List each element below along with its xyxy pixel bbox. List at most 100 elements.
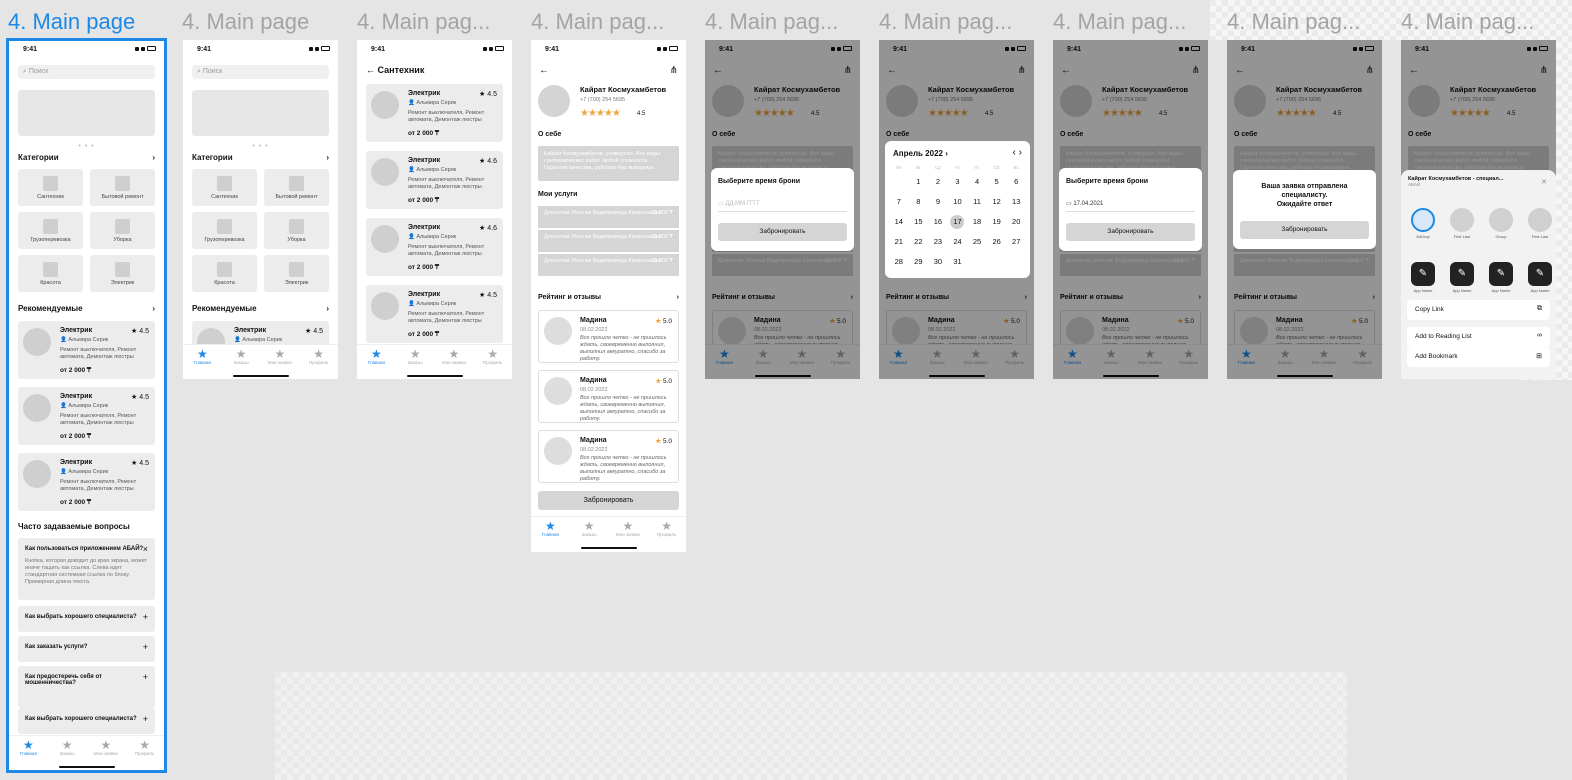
recommended-header[interactable]: Рекомендуемые ›	[18, 304, 155, 313]
back-arrow-icon[interactable]: ←	[366, 65, 378, 75]
day[interactable]: 25	[967, 235, 987, 249]
share-app[interactable]: ✎ App Name	[1524, 262, 1556, 293]
category-tile[interactable]: Бытовой ремонт	[264, 169, 329, 206]
day[interactable]: 13	[1006, 195, 1026, 209]
reviews-header[interactable]: Рейтинг и отзывы ›	[538, 294, 679, 301]
day[interactable]: 24	[948, 235, 968, 249]
frame-label[interactable]: 4. Main pag...	[705, 9, 838, 35]
frame-label[interactable]: 4. Main page	[182, 9, 309, 35]
service-row[interactable]: Демонтаж Монтаж Водопровода Канализации2…	[538, 206, 679, 228]
category-tile[interactable]: Электрик	[90, 255, 155, 292]
frame-label[interactable]: 4. Main page	[8, 9, 135, 35]
share-action[interactable]: Add to Reading List ∞	[1407, 327, 1550, 347]
share-contact[interactable]: First Last	[1446, 208, 1478, 239]
category-tile[interactable]: Уборка	[264, 212, 329, 249]
share-icon[interactable]: ⋔	[670, 65, 678, 76]
day[interactable]: 19	[987, 215, 1007, 229]
day[interactable]: 29	[909, 255, 929, 269]
frame-label[interactable]: 4. Main pag...	[531, 9, 664, 35]
recommended-header[interactable]: Рекомендуемые ›	[192, 304, 329, 313]
day[interactable]: 17	[950, 215, 965, 229]
day[interactable]: 31	[948, 255, 968, 269]
book-button[interactable]: Забронировать	[1240, 221, 1369, 239]
service-row[interactable]: Демонтаж Монтаж Водопровода Канализации2…	[538, 254, 679, 276]
day[interactable]: 8	[909, 195, 929, 209]
category-tile[interactable]: Уборка	[90, 212, 155, 249]
calendar-month[interactable]: Апрель 2022 ›	[893, 149, 948, 158]
share-app[interactable]: ✎ App Name	[1485, 262, 1517, 293]
faq-item[interactable]: Как предостеречь себя от мошенничества? +	[18, 666, 155, 708]
back-arrow-icon[interactable]: ←	[539, 65, 549, 76]
close-icon[interactable]: ×	[143, 544, 148, 554]
specialist-card[interactable]: Электрик ★ 4.5 👤 Альмира Серик Ремонт выклю…	[18, 387, 155, 445]
categories-header[interactable]: Категории ›	[18, 153, 155, 162]
category-tile[interactable]: Электрик	[264, 255, 329, 292]
frame-label[interactable]: 4. Main pag...	[1053, 9, 1186, 35]
tab-0[interactable]: ★Главная	[535, 520, 565, 552]
book-button[interactable]: Забронировать	[538, 491, 679, 510]
day[interactable]: 15	[909, 215, 929, 229]
share-action[interactable]: Copy Link ⧉	[1407, 300, 1550, 320]
close-icon[interactable]: ✕	[1541, 178, 1547, 186]
day[interactable]: 14	[889, 215, 909, 229]
specialist-card[interactable]: Электрик ★ 4.6 👤 Альмира Серик Ремонт выклю…	[366, 151, 503, 209]
categories-header[interactable]: Категории ›	[192, 153, 329, 162]
search-input[interactable]: ⌕ Поиск	[18, 65, 155, 79]
specialist-card[interactable]: Электрик ★ 4.5 👤 Альмира Серик Ремонт выклю…	[366, 285, 503, 343]
day[interactable]: 23	[928, 235, 948, 249]
frame-label[interactable]: 4. Main pag...	[1227, 9, 1360, 35]
specialist-card[interactable]: Электрик ★ 4.6 👤 Альмира Серик Ремонт выклю…	[366, 218, 503, 276]
specialist-card[interactable]: Электрик ★ 4.5 👤 Альмира Серик Ремонт выклю…	[18, 453, 155, 511]
day[interactable]: 27	[1006, 235, 1026, 249]
faq-item[interactable]: Как выбрать хорошего специалиста? +	[18, 606, 155, 632]
category-tile[interactable]: Сантехник	[192, 169, 257, 206]
day[interactable]: 18	[967, 215, 987, 229]
tab-3[interactable]: ★Профиль	[652, 520, 682, 552]
share-contact[interactable]: AirDrop	[1407, 208, 1439, 239]
banner[interactable]	[18, 90, 155, 136]
service-row[interactable]: Демонтаж Монтаж Водопровода Канализации2…	[538, 230, 679, 252]
category-tile[interactable]: Грузоперевозка	[192, 212, 257, 249]
category-tile[interactable]: Красота	[192, 255, 257, 292]
day[interactable]: 16	[928, 215, 948, 229]
chevron-right-icon[interactable]: ›	[1019, 147, 1022, 158]
day[interactable]: 1	[909, 175, 929, 189]
book-button[interactable]: Забронировать	[1066, 223, 1195, 241]
share-action[interactable]: Add Bookmark ⊞	[1407, 347, 1550, 367]
day[interactable]: 21	[889, 235, 909, 249]
day[interactable]: 20	[1006, 215, 1026, 229]
day[interactable]: 3	[948, 175, 968, 189]
specialist-card[interactable]: Электрик ★ 4.5 👤 Альмира Серик Ремонт выклю…	[18, 321, 155, 379]
tab-0[interactable]: ★Главная	[13, 739, 43, 772]
book-button[interactable]: Забронировать	[718, 223, 847, 241]
day[interactable]: 7	[889, 195, 909, 209]
day[interactable]: 22	[909, 235, 929, 249]
faq-item[interactable]: Как заказать услуги? +	[18, 636, 155, 662]
day[interactable]: 4	[967, 175, 987, 189]
day[interactable]: 28	[889, 255, 909, 269]
tab-3[interactable]: ★Профиль	[130, 739, 160, 772]
day[interactable]: 10	[948, 195, 968, 209]
day[interactable]: 6	[1006, 175, 1026, 189]
day[interactable]: 5	[987, 175, 1007, 189]
tab-0[interactable]: ★Главная	[361, 348, 391, 379]
tab-3[interactable]: ★Профиль	[478, 348, 508, 379]
frame-label[interactable]: 4. Main pag...	[879, 9, 1012, 35]
frame-label[interactable]: 4. Main pag...	[1401, 9, 1534, 35]
faq-item[interactable]: Как пользоваться приложением АБАЙ? × Кнопк…	[18, 538, 155, 600]
share-app[interactable]: ✎ App Name	[1446, 262, 1478, 293]
faq-item[interactable]: Как выбрать хорошего специалиста? +	[18, 708, 155, 734]
day[interactable]: 26	[987, 235, 1007, 249]
day[interactable]: 9	[928, 195, 948, 209]
day[interactable]: 11	[967, 195, 987, 209]
share-contact[interactable]: First Last	[1524, 208, 1556, 239]
day[interactable]: 30	[928, 255, 948, 269]
category-tile[interactable]: Красота	[18, 255, 83, 292]
tab-0[interactable]: ★Главная	[187, 348, 217, 379]
date-input[interactable]: ▭ ДД.ММ.ГГГГ	[718, 196, 847, 212]
category-tile[interactable]: Бытовой ремонт	[90, 169, 155, 206]
category-tile[interactable]: Грузоперевозка	[18, 212, 83, 249]
frame-label[interactable]: 4. Main pag...	[357, 9, 490, 35]
day[interactable]: 2	[928, 175, 948, 189]
date-input[interactable]: ▭ 17.04.2021	[1066, 196, 1195, 212]
